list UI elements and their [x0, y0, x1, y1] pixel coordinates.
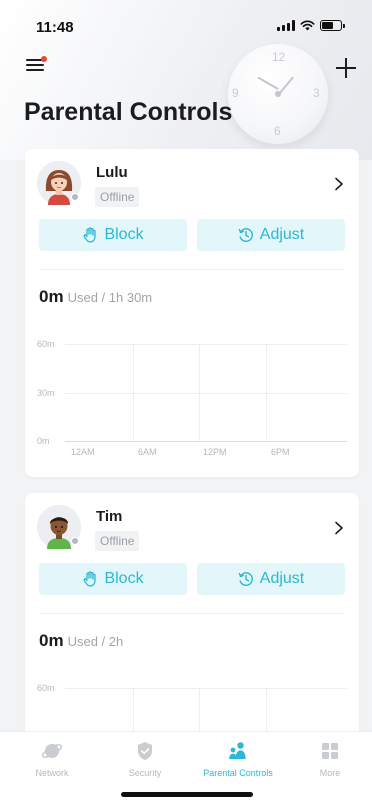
clock-number: 9 — [232, 86, 239, 100]
y-tick-label: 60m — [37, 683, 55, 693]
signal-icon — [277, 20, 295, 31]
chevron-right-icon[interactable] — [333, 521, 345, 535]
tab-network[interactable]: Network — [12, 740, 92, 778]
usage-summary: 0m Used / 1h 30m — [39, 287, 152, 307]
avatar-tim[interactable] — [37, 505, 81, 549]
network-icon — [41, 744, 63, 758]
clock-illustration: 12 3 6 9 — [228, 44, 328, 144]
adjust-button[interactable]: Adjust — [197, 219, 345, 251]
battery-icon — [320, 20, 345, 31]
offline-indicator — [71, 193, 79, 201]
wifi-icon — [300, 20, 315, 31]
x-tick-label: 12PM — [203, 447, 227, 457]
clock-number: 3 — [313, 86, 320, 100]
block-button-label: Block — [104, 570, 144, 587]
adjust-button-label: Adjust — [259, 226, 305, 243]
chevron-right-icon[interactable] — [333, 177, 345, 191]
block-button-label: Block — [104, 226, 144, 243]
tab-network-label: Network — [35, 768, 69, 778]
clock-pin — [275, 91, 281, 97]
clock-number: 6 — [274, 124, 281, 138]
tab-parental-controls-label: Parental Controls — [203, 768, 273, 778]
divider — [39, 269, 345, 270]
home-indicator — [121, 792, 253, 797]
clock-history-icon — [238, 228, 253, 242]
notification-dot — [41, 56, 47, 62]
chart-vline — [199, 344, 200, 441]
app-screen: 11:48 12 3 6 9 Parental Controls Lulu Of… — [0, 0, 372, 803]
clock-number: 12 — [272, 50, 286, 64]
page-title: Parental Controls — [24, 98, 233, 126]
adjust-button-label: Adjust — [259, 570, 305, 587]
profile-card-tim: Tim Offline Block Adjust 0m Used / 2h 60… — [25, 493, 359, 753]
x-tick-label: 12AM — [71, 447, 95, 457]
chart-baseline — [65, 441, 347, 442]
tab-security[interactable]: Security — [105, 740, 185, 778]
chart-gridline — [65, 393, 347, 394]
tab-parental-controls[interactable]: Parental Controls — [198, 740, 278, 778]
tab-more[interactable]: More — [290, 740, 370, 778]
status-badge: Offline — [95, 187, 140, 207]
tab-security-label: Security — [128, 768, 162, 778]
clock-history-icon — [238, 572, 253, 586]
profile-name: Tim — [96, 508, 123, 525]
profile-name: Lulu — [96, 164, 128, 181]
profile-card-lulu: Lulu Offline Block Adjust 0m Used / 1h 3… — [25, 149, 359, 477]
chart-gridline — [65, 344, 347, 345]
status-icons — [277, 20, 345, 31]
usage-value: 0m — [39, 631, 64, 650]
usage-chart: 60m 30m 0m 12AM 6AM 12PM 6PM — [37, 329, 347, 459]
block-button[interactable]: Block — [39, 563, 187, 595]
adjust-button[interactable]: Adjust — [197, 563, 345, 595]
usage-limit: Used / 2h — [67, 634, 124, 649]
chart-vline — [266, 344, 267, 441]
avatar-lulu[interactable] — [37, 161, 81, 205]
block-button[interactable]: Block — [39, 219, 187, 251]
clock-hour-hand — [257, 76, 279, 90]
divider — [39, 613, 345, 614]
tab-more-label: More — [319, 768, 341, 778]
usage-limit: Used / 1h 30m — [67, 290, 153, 305]
status-time: 11:48 — [36, 19, 74, 36]
x-tick-label: 6PM — [271, 447, 290, 457]
x-tick-label: 6AM — [138, 447, 157, 457]
offline-indicator — [71, 537, 79, 545]
usage-value: 0m — [39, 287, 64, 306]
usage-summary: 0m Used / 2h — [39, 631, 123, 651]
status-bar: 11:48 — [0, 0, 372, 44]
y-tick-label: 60m — [37, 339, 55, 349]
status-badge: Offline — [95, 531, 140, 551]
chart-gridline — [65, 688, 347, 689]
add-profile-button[interactable] — [336, 58, 356, 78]
y-tick-label: 0m — [37, 436, 50, 446]
family-icon — [229, 742, 246, 759]
menu-button[interactable] — [26, 56, 47, 72]
chart-vline — [133, 344, 134, 441]
hand-icon — [83, 571, 97, 587]
grid-icon — [322, 743, 338, 759]
shield-icon — [138, 742, 152, 760]
hand-icon — [83, 227, 97, 243]
y-tick-label: 30m — [37, 388, 55, 398]
